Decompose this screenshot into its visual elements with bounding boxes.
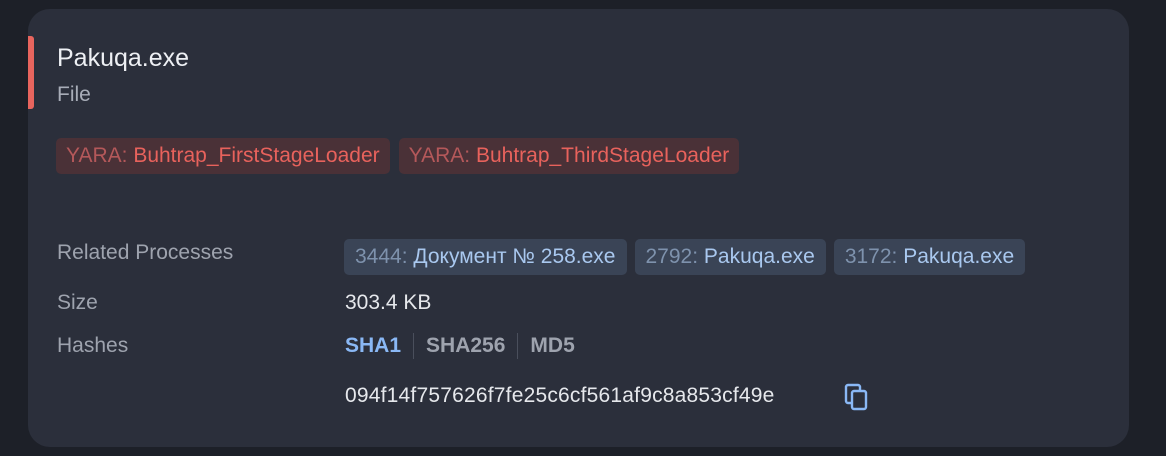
yara-tag[interactable]: YARA: Buhtrap_FirstStageLoader	[56, 138, 390, 174]
hashes-label: Hashes	[57, 334, 129, 357]
process-pid: 3444:	[355, 245, 408, 268]
hash-value: 094f14f757626f7fe25c6cf561af9c8a853cf49e	[345, 384, 775, 407]
yara-prefix: YARA:	[66, 144, 128, 167]
yara-tag[interactable]: YARA: Buhtrap_ThirdStageLoader	[398, 138, 740, 174]
yara-rule: Buhtrap_ThirdStageLoader	[475, 144, 730, 167]
file-name: Pakuqa.exe	[57, 44, 190, 72]
yara-prefix: YARA:	[408, 144, 471, 167]
process-name: Pakuqa.exe	[903, 245, 1015, 268]
process-pid: 3172:	[844, 245, 898, 268]
process-name: Документ № 258.exe	[413, 245, 616, 268]
size-label: Size	[57, 291, 98, 314]
severity-accent-bar	[28, 36, 34, 109]
tab-sha256[interactable]: SHA256	[426, 332, 505, 360]
copy-icon[interactable]	[844, 383, 870, 411]
tab-sha1[interactable]: SHA1	[345, 332, 401, 360]
tab-divider	[413, 333, 415, 359]
yara-tags: YARA: Buhtrap_FirstStageLoader YARA: Buh…	[56, 138, 740, 174]
process-pid: 2792:	[645, 245, 699, 268]
process-tag[interactable]: 3444: Документ № 258.exe	[344, 239, 627, 275]
tab-divider	[517, 333, 519, 359]
size-value: 303.4 KB	[345, 291, 432, 314]
file-details-card: Pakuqa.exe File YARA: Buhtrap_FirstStage…	[28, 9, 1129, 447]
tab-md5[interactable]: MD5	[530, 332, 574, 360]
related-processes-list: 3444: Документ № 258.exe 2792: Pakuqa.ex…	[344, 239, 1026, 275]
file-type: File	[57, 83, 91, 106]
process-tag[interactable]: 2792: Pakuqa.exe	[634, 239, 826, 275]
yara-rule: Buhtrap_FirstStageLoader	[133, 144, 380, 167]
process-tag[interactable]: 3172: Pakuqa.exe	[833, 239, 1026, 275]
related-processes-label: Related Processes	[57, 241, 234, 264]
process-name: Pakuqa.exe	[703, 245, 815, 268]
hash-tabs: SHA1 SHA256 MD5	[345, 332, 575, 360]
